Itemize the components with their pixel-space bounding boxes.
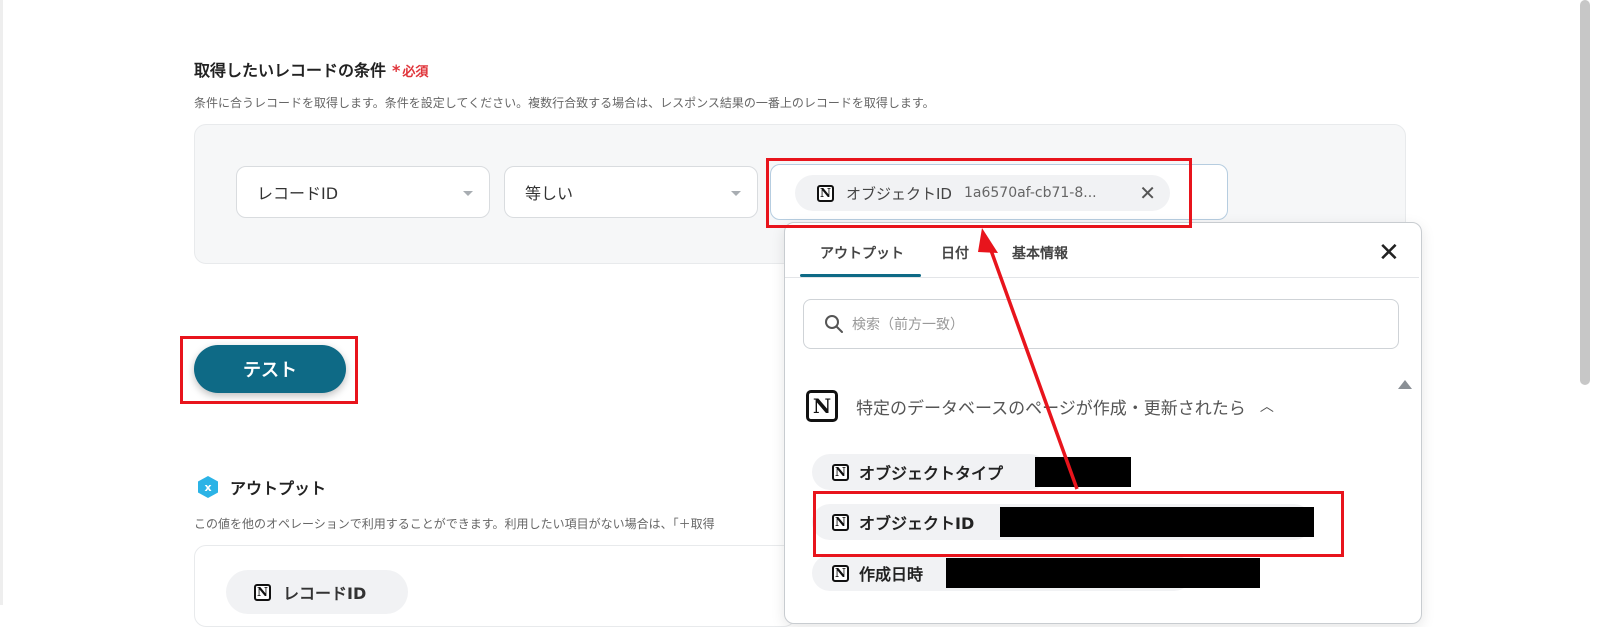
field-select-value: レコードID: [257, 184, 339, 203]
page-scrollbar-thumb[interactable]: [1580, 0, 1590, 385]
output-item-label: 作成日時: [859, 565, 924, 584]
output-group-header[interactable]: N 特定のデータベースのページが作成・更新されたら ︿: [806, 390, 1274, 422]
output-section-title: x アウトプット: [196, 475, 326, 499]
field-select[interactable]: レコードID: [236, 166, 490, 218]
redacted-value: [946, 558, 1260, 588]
chevron-down-icon: [463, 191, 473, 196]
svg-text:x: x: [204, 481, 211, 494]
condition-description: 条件に合うレコードを取得します。条件を設定してください。複数行合致する場合は、レ…: [194, 96, 935, 110]
highlight-value-chip: [766, 158, 1192, 228]
notion-icon: N: [832, 564, 849, 582]
highlight-test-button: [180, 336, 358, 404]
operator-select[interactable]: 等しい: [504, 166, 758, 218]
output-hex-icon: x: [198, 476, 218, 498]
notion-icon: N: [806, 390, 838, 422]
chevron-up-icon[interactable]: ︿: [1260, 396, 1274, 416]
tab-divider: [785, 277, 1419, 278]
condition-section-title: 取得したいレコードの条件 * 必須: [194, 57, 428, 81]
tab-basic-info[interactable]: 基本情報: [1012, 243, 1068, 263]
page-left-border: [0, 0, 3, 605]
search-input[interactable]: 検索（前方一致）: [803, 299, 1399, 349]
search-placeholder: 検索（前方一致）: [852, 317, 964, 333]
scroll-up-arrow[interactable]: [1398, 380, 1412, 389]
required-star: *: [392, 61, 401, 80]
output-item-object-type[interactable]: N オブジェクトタイプ: [812, 454, 1048, 490]
close-icon[interactable]: ✕: [1378, 240, 1400, 266]
highlight-object-id-item: [813, 491, 1344, 557]
required-label: 必須: [402, 65, 429, 80]
operator-select-value: 等しい: [525, 184, 574, 203]
output-title-text: アウトプット: [230, 479, 327, 498]
redacted-value: [1035, 457, 1131, 487]
condition-title-text: 取得したいレコードの条件: [194, 61, 387, 80]
notion-icon: N: [832, 463, 849, 481]
group-title: 特定のデータベースのページが作成・更新されたら: [856, 398, 1246, 419]
output-item-record-id[interactable]: N レコードID: [226, 570, 408, 614]
output-item-label: オブジェクトタイプ: [859, 464, 1004, 483]
output-item-label: レコードID: [283, 584, 367, 603]
search-icon: [825, 315, 843, 333]
chevron-down-icon: [731, 191, 741, 196]
output-description: この値を他のオペレーションで利用することができます。利用したい項目がない場合は、…: [194, 517, 715, 531]
tab-date[interactable]: 日付: [941, 243, 969, 263]
tab-output[interactable]: アウトプット: [820, 243, 904, 263]
notion-icon: N: [254, 583, 271, 601]
